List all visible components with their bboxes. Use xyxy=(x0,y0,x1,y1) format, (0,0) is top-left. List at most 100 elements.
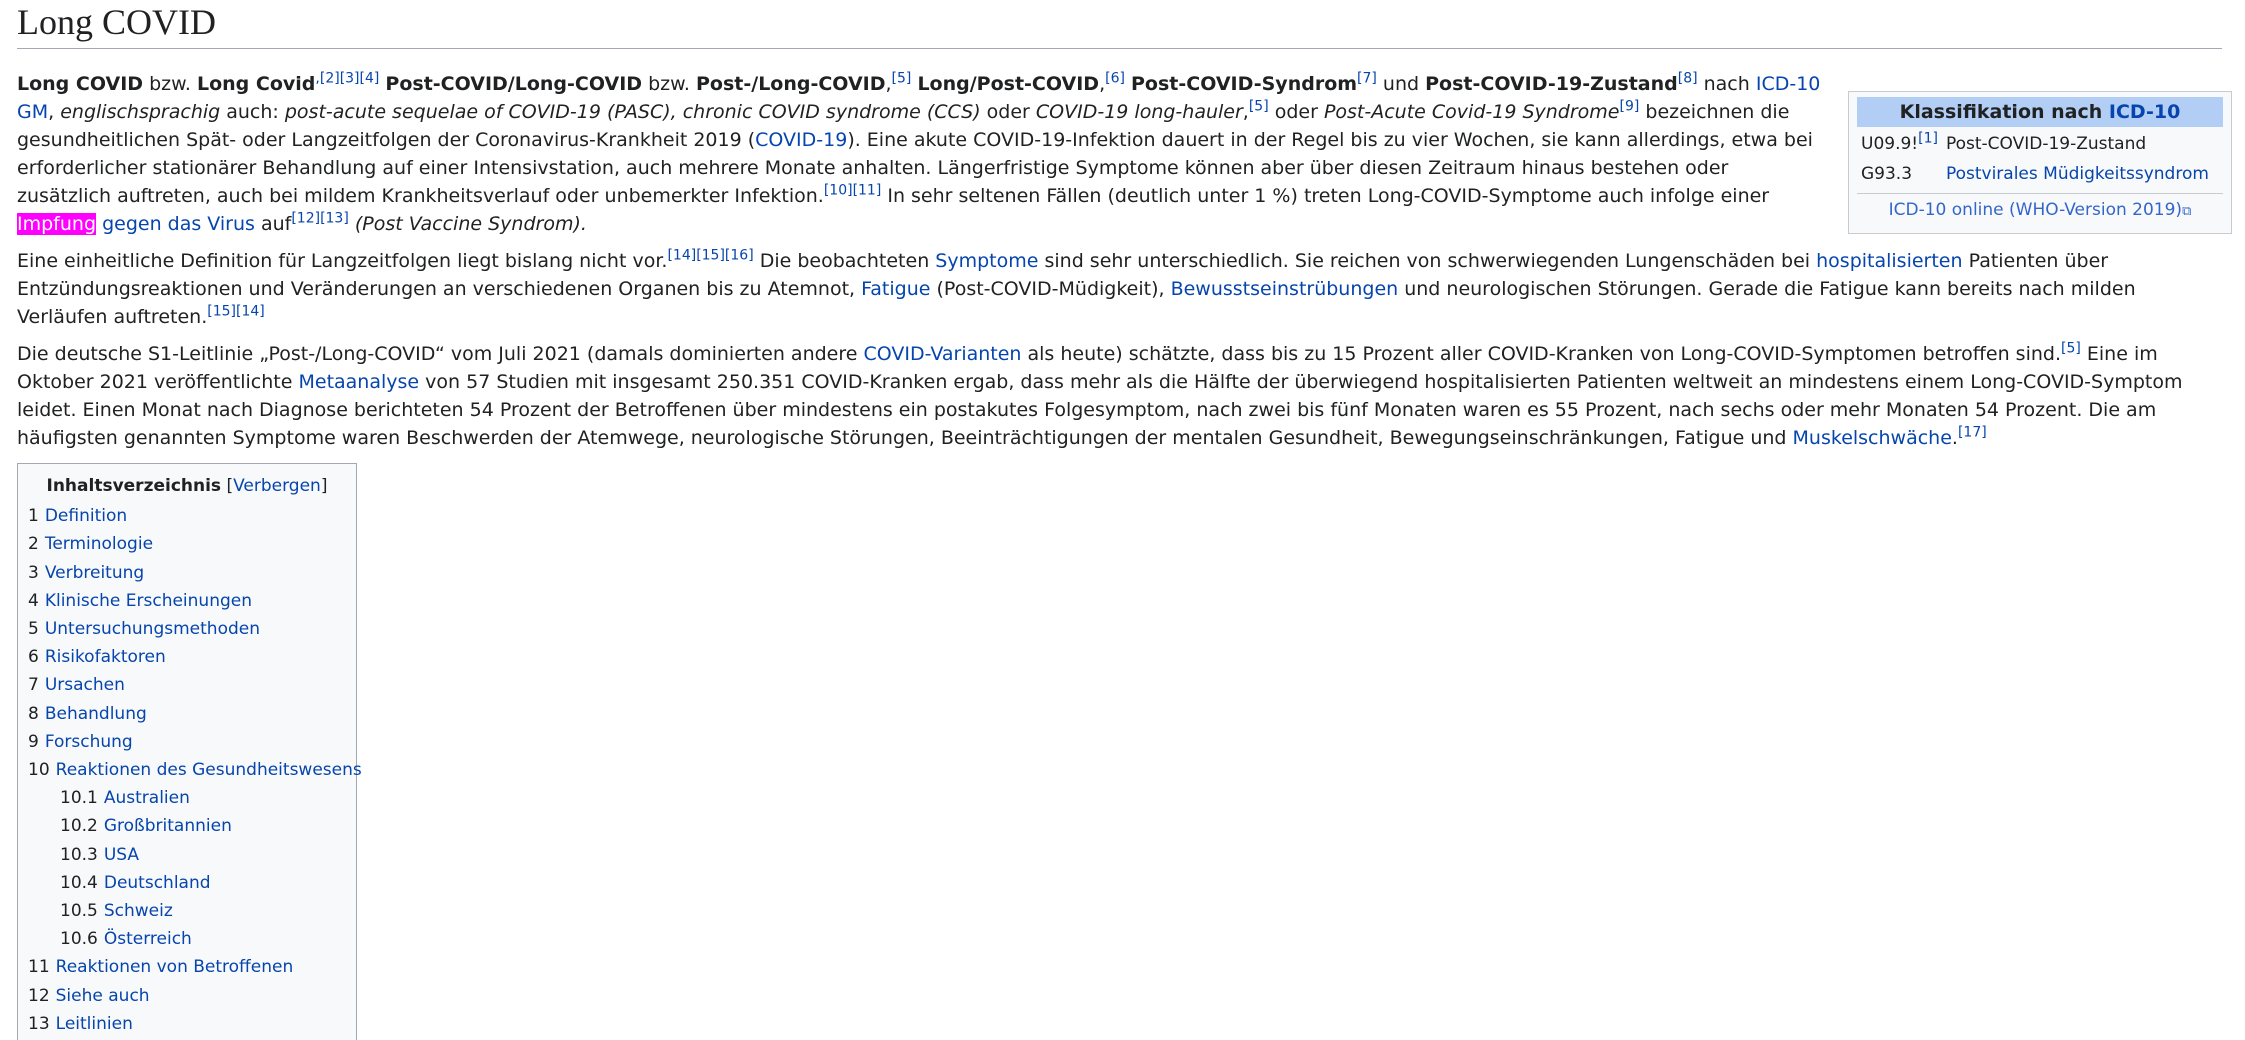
toc-link[interactable]: Forschung xyxy=(45,732,133,752)
toc-number: 10.1 xyxy=(60,788,98,809)
toc-link[interactable]: USA xyxy=(104,845,139,865)
text-run: Die beobachteten xyxy=(753,250,936,272)
bold-term: Long Covid xyxy=(197,73,316,95)
link-symptome[interactable]: Symptome xyxy=(935,250,1038,272)
link-hospitalisierten[interactable]: hospitalisierten xyxy=(1816,250,1962,272)
toc-number: 4 xyxy=(28,590,39,611)
toc-item[interactable]: 7 Ursachen xyxy=(28,671,346,699)
toc-item[interactable]: 10.4 Deutschland xyxy=(28,869,346,897)
text-run: Eine einheitliche Definition für Langzei… xyxy=(17,250,668,272)
toc-link[interactable]: Terminologie xyxy=(45,534,153,554)
postviral-fatigue-link[interactable]: Postvirales Müdigkeitssyndrom xyxy=(1946,164,2209,184)
toc-item[interactable]: 2 Terminologie xyxy=(28,530,346,558)
toc-item[interactable]: 10.6 Österreich xyxy=(28,925,346,953)
link-covid-varianten[interactable]: COVID-Varianten xyxy=(863,343,1021,365)
toc-item[interactable]: 13 Leitlinien xyxy=(28,1010,346,1038)
toc-number: 2 xyxy=(28,534,39,555)
infobox-row: U09.9![1] Post-COVID-19-Zustand xyxy=(1857,129,2223,159)
bold-term: Post-COVID-19-Zustand xyxy=(1425,73,1678,95)
reference-link[interactable]: [6] xyxy=(1105,71,1125,87)
reference-link[interactable]: [5] xyxy=(892,71,912,87)
toc-item[interactable]: 11 Reaktionen von Betroffenen xyxy=(28,953,346,981)
toc-link[interactable]: Definition xyxy=(45,506,127,526)
reference-link[interactable]: ,[2][3][4] xyxy=(315,71,379,87)
page-title: Long COVID xyxy=(17,2,2222,49)
toc-toggle: [Verbergen] xyxy=(226,476,328,496)
toc-link[interactable]: Deutschland xyxy=(104,873,211,893)
reference-link[interactable]: [7] xyxy=(1357,71,1377,87)
reference-link[interactable]: [15][14] xyxy=(207,304,264,320)
toc-link[interactable]: Großbritannien xyxy=(104,816,232,836)
reference-link[interactable]: [5] xyxy=(2061,341,2081,357)
text-run: als heute) schätzte, dass bis zu 15 Proz… xyxy=(1021,343,2062,365)
link-fatigue[interactable]: Fatigue xyxy=(861,278,930,300)
toc-number: 10.2 xyxy=(60,816,98,837)
italic-term: englischsprachig xyxy=(60,101,221,123)
bold-term: Post-COVID/Long-COVID xyxy=(385,73,643,95)
toc-link[interactable]: Ursachen xyxy=(45,675,125,695)
text-run: In sehr seltenen Fällen (deutlich unter … xyxy=(881,185,1770,207)
toc-link[interactable]: Verbreitung xyxy=(45,563,144,583)
toc-number: 1 xyxy=(28,506,39,527)
toc-link[interactable]: Klinische Erscheinungen xyxy=(45,591,252,611)
link-muskelschwäche[interactable]: Muskelschwäche xyxy=(1793,427,1952,449)
toc-item[interactable]: 5 Untersuchungsmethoden xyxy=(28,615,346,643)
reference-link[interactable]: [10][11] xyxy=(824,183,881,199)
toc-item[interactable]: 1 Definition xyxy=(28,502,346,530)
infobox-code: U09.9![1] xyxy=(1861,130,1938,154)
toc-item[interactable]: 6 Risikofaktoren xyxy=(28,643,346,671)
link-bewusstseinstrübungen[interactable]: Bewusstseinstrübungen xyxy=(1171,278,1399,300)
toc-item[interactable]: 4 Klinische Erscheinungen xyxy=(28,587,346,615)
toc-link[interactable]: Reaktionen von Betroffenen xyxy=(56,957,294,977)
text-run: auf xyxy=(254,213,292,235)
toc-number: 10.5 xyxy=(60,901,98,922)
reference-link[interactable]: [9] xyxy=(1620,99,1640,115)
toc-link[interactable]: Risikofaktoren xyxy=(45,647,166,667)
reference-link[interactable]: [12][13] xyxy=(291,211,348,227)
toc-link[interactable]: Untersuchungsmethoden xyxy=(45,619,260,639)
toc-number: 12 xyxy=(28,985,50,1006)
toc-link[interactable]: Siehe auch xyxy=(56,986,150,1006)
infobox-ref[interactable]: [1] xyxy=(1918,130,1938,146)
reference-link[interactable]: [17] xyxy=(1958,425,1987,441)
link-covid-19[interactable]: COVID-19 xyxy=(755,129,847,151)
toc-item[interactable]: 10.2 Großbritannien xyxy=(28,812,346,840)
toc-link[interactable]: Australien xyxy=(104,788,190,808)
text-run: (Post-COVID-Müdigkeit), xyxy=(930,278,1171,300)
toc-number: 3 xyxy=(28,562,39,583)
toc-item[interactable]: 3 Verbreitung xyxy=(28,559,346,587)
text-run: und xyxy=(1376,73,1426,95)
toc-header: Inhaltsverzeichnis [Verbergen] xyxy=(28,472,346,500)
toc-link[interactable]: Österreich xyxy=(104,929,192,949)
italic-term: (Post Vaccine Syndrom). xyxy=(354,213,587,235)
bold-term: Long COVID xyxy=(17,73,144,95)
toc-link[interactable]: Behandlung xyxy=(45,704,147,724)
toc-number: 5 xyxy=(28,619,39,640)
infobox-label: Postvirales Müdigkeitssyndrom xyxy=(1942,159,2223,189)
link-gegen-das-virus[interactable]: gegen das Virus xyxy=(102,213,255,235)
toc-item[interactable]: 8 Behandlung xyxy=(28,700,346,728)
reference-link[interactable]: [14][15][16] xyxy=(667,248,753,264)
text-run: nach xyxy=(1697,73,1756,95)
toc-link[interactable]: Reaktionen des Gesundheitswesens xyxy=(56,760,362,780)
toc-item[interactable]: 10.5 Schweiz xyxy=(28,897,346,925)
toc-item[interactable]: 10 Reaktionen des Gesundheitswesens xyxy=(28,756,362,784)
article-page: Long COVID Klassifikation nach ICD-10 U0… xyxy=(0,0,2245,1040)
toc-hide-link[interactable]: Verbergen xyxy=(233,476,321,496)
toc-item[interactable]: 9 Forschung xyxy=(28,728,346,756)
text-run: auch: xyxy=(220,101,285,123)
toc-link[interactable]: Leitlinien xyxy=(56,1014,133,1034)
toc-number: 11 xyxy=(28,957,50,978)
bold-term: Post-/Long-COVID xyxy=(696,73,886,95)
toc-link[interactable]: Schweiz xyxy=(104,901,173,921)
text-run: , xyxy=(48,101,61,123)
icd10-online-link[interactable]: ICD-10 online (WHO-Version 2019) xyxy=(1889,200,2182,220)
reference-link[interactable]: [8] xyxy=(1678,71,1698,87)
icd10-link[interactable]: ICD-10 xyxy=(2109,101,2180,123)
reference-link[interactable]: [5] xyxy=(1249,99,1269,115)
toc-item[interactable]: 10.3 USA xyxy=(28,841,346,869)
toc-number: 13 xyxy=(28,1013,50,1034)
toc-item[interactable]: 10.1 Australien xyxy=(28,784,346,812)
toc-item[interactable]: 12 Siehe auch xyxy=(28,982,346,1010)
link-metaanalyse[interactable]: Metaanalyse xyxy=(298,371,419,393)
